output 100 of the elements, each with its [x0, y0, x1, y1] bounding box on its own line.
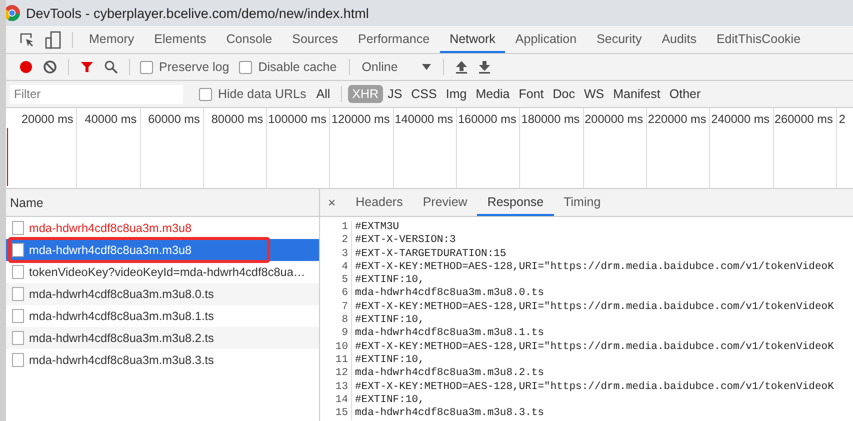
panel-tab[interactable]: Memory — [79, 26, 144, 53]
line-number: 9 — [320, 327, 352, 341]
preserve-log-checkbox[interactable] — [140, 60, 153, 74]
clear-icon[interactable] — [43, 60, 57, 74]
line-number: 5 — [320, 274, 352, 288]
checkbox-label: Hide data URLs — [218, 87, 306, 101]
file-icon — [12, 265, 24, 279]
file-icon — [12, 353, 24, 367]
file-icon — [12, 309, 24, 323]
code-line: #EXT-X-KEY:METHOD=AES-128,URI="https://drm.media.baidubce.com/v1/tokenVideoK — [354, 340, 834, 354]
details-tab[interactable]: Response — [477, 189, 554, 216]
type-filter-button[interactable]: JS — [384, 85, 406, 103]
time-tick-label: 200000 ms — [584, 112, 643, 126]
type-filter-button[interactable]: Img — [442, 85, 471, 103]
line-number: 13 — [320, 380, 352, 394]
details-tab[interactable]: Timing — [554, 189, 611, 216]
record-icon[interactable] — [19, 60, 33, 74]
time-tick-label: 60000 ms — [148, 112, 200, 126]
time-tick-label: 2 — [838, 112, 846, 126]
panel-tab[interactable]: Performance — [348, 26, 440, 53]
request-row[interactable]: mda-hdwrh4cdf8c8ua3m.m3u8.2.ts — [6, 327, 319, 349]
code-line: #EXT-X-KEY:METHOD=AES-128,URI="https://drm.media.baidubce.com/v1/tokenVideoK — [354, 260, 834, 274]
browser-logo-icon — [6, 5, 20, 21]
panel-tab[interactable]: Sources — [282, 26, 348, 53]
type-filter-button[interactable]: Media — [472, 85, 514, 103]
checkbox-label: Disable cache — [258, 60, 337, 74]
request-row[interactable]: tokenVideoKey?videoKeyId=mda-hdwrh4cdf8c8ua… — [6, 261, 319, 283]
time-tick-label: 120000 ms — [331, 112, 390, 126]
throttling-dropdown[interactable]: Online — [356, 60, 437, 74]
file-icon — [12, 331, 24, 345]
panel-tab[interactable]: Application — [505, 26, 587, 53]
request-row[interactable]: mda-hdwrh4cdf8c8ua3m.m3u8.0.ts — [6, 283, 319, 305]
upload-icon[interactable] — [454, 60, 468, 74]
type-filter-button[interactable]: All — [312, 85, 334, 103]
disable-cache-checkbox[interactable] — [239, 60, 252, 74]
code-line: #EXTINF:10, — [354, 274, 424, 287]
hide-data-urls-checkbox[interactable] — [199, 88, 212, 100]
request-row[interactable]: mda-hdwrh4cdf8c8ua3m.m3u8.3.ts — [6, 349, 319, 371]
time-tick-label: 260000 ms — [774, 112, 833, 126]
code-line: #EXT-X-KEY:METHOD=AES-128,URI="https://drm.media.baidubce.com/v1/tokenVideoK — [354, 380, 834, 394]
code-line: mda-hdwrh4cdf8c8ua3m.m3u8.3.ts — [354, 407, 544, 420]
file-icon — [12, 221, 24, 235]
request-row[interactable]: mda-hdwrh4cdf8c8ua3m.m3u8 — [6, 217, 319, 239]
line-number: 11 — [320, 354, 352, 368]
code-line: #EXT-X-VERSION:3 — [354, 234, 456, 248]
code-line: #EXTINF:10, — [354, 394, 424, 407]
filter-field[interactable]: Filter — [10, 84, 183, 104]
panel-tab[interactable]: EditThisCookie — [706, 26, 811, 53]
time-tick-label: 40000 ms — [84, 112, 137, 126]
time-tick-label: 180000 ms — [521, 112, 580, 126]
details-tab[interactable]: Preview — [412, 189, 478, 216]
time-tick-label: 140000 ms — [394, 112, 454, 126]
panel-tab[interactable]: Audits — [652, 26, 706, 53]
type-filter-button[interactable]: Doc — [548, 85, 579, 103]
panel-tab[interactable]: Console — [216, 26, 282, 53]
inspect-cursor-icon[interactable] — [19, 32, 35, 48]
panel-tab[interactable]: Elements — [144, 26, 216, 53]
code-line: #EXTM3U — [354, 221, 400, 234]
code-line: #EXTINF:10, — [354, 354, 424, 367]
time-tick-label: 240000 ms — [711, 112, 770, 126]
line-number: 6 — [320, 287, 352, 301]
request-row[interactable]: mda-hdwrh4cdf8c8ua3m.m3u8 — [6, 239, 319, 261]
type-filter-button[interactable]: Other — [665, 85, 705, 103]
window-title: DevTools - cyberplayer.bcelive.com/demo/new/index.html — [26, 6, 369, 20]
line-number: 3 — [320, 248, 352, 261]
line-number: 14 — [320, 394, 352, 408]
request-row[interactable]: mda-hdwrh4cdf8c8ua3m.m3u8.1.ts — [6, 305, 319, 327]
line-number: 4 — [320, 260, 352, 274]
line-number: 15 — [320, 407, 352, 420]
type-filter-button[interactable]: Manifest — [609, 85, 664, 103]
time-tick-label: 160000 ms — [458, 112, 516, 126]
time-tick-label: 20000 ms — [21, 112, 74, 126]
caret-icon — [422, 64, 431, 70]
details-tab[interactable]: Headers — [346, 189, 413, 216]
line-number: 12 — [320, 367, 352, 381]
type-filter-button[interactable]: CSS — [407, 85, 441, 103]
device-toggle-icon[interactable] — [45, 30, 61, 48]
panel-tab[interactable]: Security — [586, 26, 652, 53]
download-icon[interactable] — [478, 60, 491, 74]
search-icon[interactable] — [104, 60, 118, 74]
code-line: #EXTINF:10, — [354, 314, 424, 327]
time-tick-label: 100000 ms — [268, 112, 326, 126]
line-number: 2 — [320, 234, 352, 248]
file-icon — [12, 287, 24, 301]
code-line: mda-hdwrh4cdf8c8ua3m.m3u8.2.ts — [354, 367, 544, 381]
checkbox-label: Preserve log — [159, 60, 230, 74]
code-line: mda-hdwrh4cdf8c8ua3m.m3u8.1.ts — [354, 327, 544, 341]
code-line: #EXT-X-KEY:METHOD=AES-128,URI="https://drm.media.baidubce.com/v1/tokenVideoK — [354, 300, 834, 314]
line-number: 1 — [320, 221, 352, 234]
time-tick-label: 220000 ms — [648, 112, 706, 126]
code-line: #EXT-X-TARGETDURATION:15 — [354, 248, 506, 261]
column-header[interactable]: Name — [10, 196, 44, 210]
file-icon — [12, 243, 24, 257]
code-line: mda-hdwrh4cdf8c8ua3m.m3u8.0.ts — [354, 287, 544, 301]
panel-tab[interactable]: Network — [440, 26, 506, 53]
type-filter-button[interactable]: Font — [514, 85, 548, 103]
filter-icon[interactable] — [80, 60, 94, 74]
line-number: 8 — [320, 314, 352, 328]
close-button[interactable]: × — [320, 195, 346, 210]
type-filter-button[interactable]: WS — [580, 85, 608, 103]
